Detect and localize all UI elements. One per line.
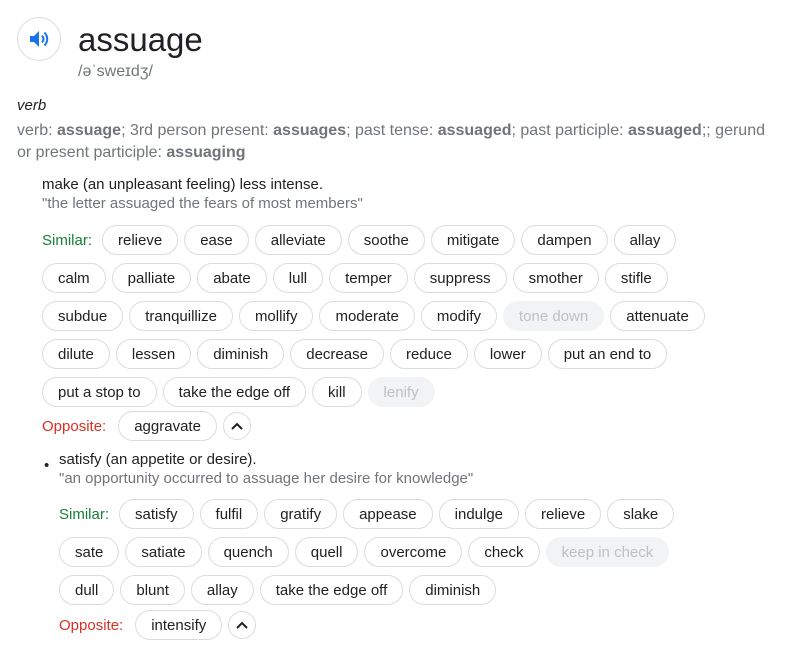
synonym-chip[interactable]: diminish <box>197 339 285 369</box>
synonym-row: subdue tranquillize mollify moderate modify t… <box>42 297 711 335</box>
synonym-row: put a stop to take the edge off kill lenify <box>42 373 711 411</box>
synonym-chip[interactable]: overcome <box>364 537 463 567</box>
opposite-label: Opposite: <box>42 417 107 435</box>
synonym-chip[interactable]: palliate <box>111 263 192 293</box>
synonym-chip[interactable]: lower <box>473 339 542 369</box>
form-label: ; past participle: <box>511 122 629 139</box>
form-value: assuages <box>273 122 347 139</box>
synonym-chip[interactable]: quell <box>294 537 359 567</box>
synonym-chip[interactable]: alleviate <box>254 225 342 255</box>
synonym-row: dull blunt allay take the edge off diminish <box>59 571 680 609</box>
antonym-chip[interactable]: aggravate <box>118 411 217 441</box>
sense-1-definition: make (an unpleasant feeling) less intens… <box>42 176 324 193</box>
synonym-row: calm palliate abate lull temper suppress smoth… <box>42 259 711 297</box>
synonym-chip[interactable]: allay <box>613 225 677 255</box>
synonym-row: dilute lessen diminish decrease reduce lower p… <box>42 335 711 373</box>
synonym-chip[interactable]: appease <box>343 499 433 529</box>
synonym-chip: lenify <box>367 377 435 407</box>
synonym-chip[interactable]: temper <box>329 263 408 293</box>
sense-2-example: "an opportunity occurred to assuage her … <box>59 470 474 487</box>
form-value: assuage <box>57 122 122 139</box>
sense-2-bullet: • <box>44 457 50 474</box>
play-pronunciation-button[interactable] <box>17 17 61 61</box>
similar-label: Similar: <box>59 505 110 523</box>
synonym-chip[interactable]: lessen <box>115 339 192 369</box>
synonym-chip[interactable]: put a stop to <box>42 377 157 407</box>
synonym-chip[interactable]: modify <box>420 301 498 331</box>
synonym-chip[interactable]: subdue <box>42 301 124 331</box>
collapse-button[interactable] <box>222 412 251 440</box>
form-value: assuaging <box>166 144 246 161</box>
synonym-chip[interactable]: satisfy <box>119 499 194 529</box>
sense-2-similar: Similar: satisfy fulfil gratify appease indul… <box>59 495 680 609</box>
collapse-button[interactable] <box>228 611 257 639</box>
synonym-chip[interactable]: diminish <box>409 575 497 605</box>
synonym-row: Similar: relieve ease alleviate soothe mitiga… <box>42 221 711 259</box>
synonym-chip: tone down <box>503 301 605 331</box>
synonym-chip[interactable]: attenuate <box>610 301 705 331</box>
synonym-chip[interactable]: allay <box>190 575 254 605</box>
synonym-chip[interactable]: tranquillize <box>129 301 233 331</box>
synonym-chip[interactable]: slake <box>607 499 675 529</box>
synonym-chip[interactable]: dull <box>59 575 115 605</box>
synonym-chip[interactable]: dampen <box>521 225 608 255</box>
form-value: assuaged <box>437 122 512 139</box>
form-label: ; 3rd person present: <box>121 122 274 139</box>
synonym-chip[interactable]: suppress <box>413 263 507 293</box>
verb-forms: verb: assuage; 3rd person present: assua… <box>17 120 782 164</box>
sense-1-opposite: Opposite: aggravate <box>42 411 251 441</box>
opposite-chips: aggravate <box>118 411 223 441</box>
phonetic-spelling: /əˈsweɪdʒ/ <box>78 63 153 80</box>
synonym-row: sate satiate quench quell overcome check keep … <box>59 533 680 571</box>
synonym-chip[interactable]: mitigate <box>430 225 516 255</box>
synonym-chip[interactable]: quench <box>207 537 289 567</box>
opposite-chips: intensify <box>135 610 228 640</box>
synonym-chip[interactable]: blunt <box>120 575 185 605</box>
form-label: verb: <box>17 122 58 139</box>
synonym-chip[interactable]: indulge <box>438 499 520 529</box>
synonym-chip[interactable]: take the edge off <box>162 377 307 407</box>
synonym-chip[interactable]: stifle <box>604 263 668 293</box>
synonym-chip: keep in check <box>545 537 670 567</box>
similar-label: Similar: <box>42 231 93 249</box>
antonym-chip[interactable]: intensify <box>135 610 223 640</box>
synonym-chip[interactable]: relieve <box>525 499 602 529</box>
synonym-chip[interactable]: relieve <box>102 225 179 255</box>
synonym-chip[interactable]: decrease <box>290 339 384 369</box>
sense-2-definition: satisfy (an appetite or desire). <box>59 451 257 468</box>
form-label: ; past tense: <box>346 122 438 139</box>
chevron-up-icon <box>231 422 243 430</box>
synonym-chip[interactable]: dilute <box>42 339 110 369</box>
synonym-chip[interactable]: take the edge off <box>259 575 404 605</box>
synonym-row: Similar: satisfy fulfil gratify appease indul… <box>59 495 680 533</box>
speaker-icon <box>30 31 49 47</box>
synonym-chip[interactable]: gratify <box>264 499 338 529</box>
synonym-chip[interactable]: check <box>468 537 540 567</box>
form-value: assuaged <box>628 122 702 139</box>
synonym-chip[interactable]: put an end to <box>547 339 668 369</box>
synonym-chip[interactable]: reduce <box>389 339 468 369</box>
synonym-chip[interactable]: fulfil <box>199 499 259 529</box>
synonym-chip[interactable]: ease <box>184 225 249 255</box>
headword: assuage <box>78 21 203 58</box>
synonym-chip[interactable]: sate <box>59 537 120 567</box>
sense-1-similar: Similar: relieve ease alleviate soothe mitiga… <box>42 221 711 411</box>
synonym-chip[interactable]: smother <box>512 263 599 293</box>
sense-2-opposite: Opposite: intensify <box>59 610 257 640</box>
synonym-chip[interactable]: lull <box>272 263 324 293</box>
synonym-chip[interactable]: abate <box>197 263 267 293</box>
synonym-chip[interactable]: kill <box>312 377 362 407</box>
chevron-up-icon <box>236 621 248 629</box>
sense-1-example: "the letter assuaged the fears of most m… <box>42 195 363 212</box>
synonym-chip[interactable]: mollify <box>238 301 314 331</box>
opposite-label: Opposite: <box>59 616 124 634</box>
synonym-chip[interactable]: soothe <box>347 225 425 255</box>
synonym-chip[interactable]: moderate <box>319 301 415 331</box>
synonym-chip[interactable]: satiate <box>125 537 202 567</box>
synonym-chip[interactable]: calm <box>42 263 106 293</box>
part-of-speech: verb <box>17 97 47 114</box>
